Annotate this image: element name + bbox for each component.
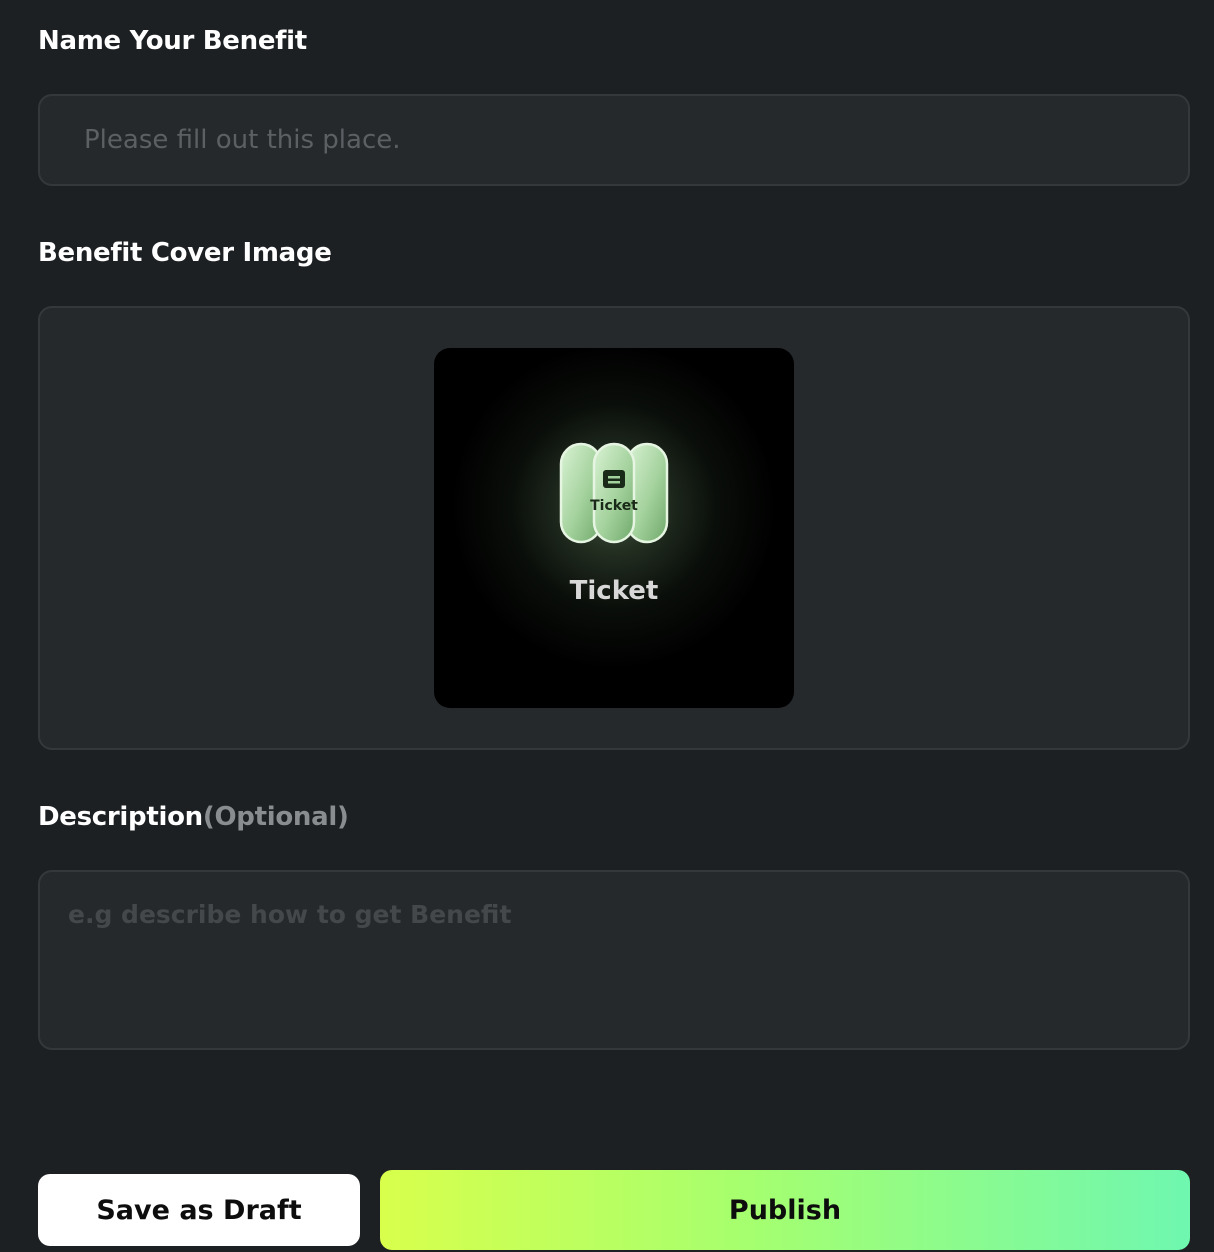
save-draft-button[interactable]: Save as Draft [38,1174,360,1246]
description-label-text: Description [38,802,203,832]
ticket-icon: Ticket [559,442,669,544]
ticket-badge-text: Ticket [590,498,638,514]
description-label: Description(Optional) [38,802,349,832]
publish-button[interactable]: Publish [380,1170,1190,1250]
benefit-name-input[interactable] [38,94,1190,186]
description-textarea[interactable] [38,870,1190,1050]
name-label: Name Your Benefit [38,26,307,56]
benefit-form: Name Your Benefit Benefit Cover Image [0,0,1214,1252]
optional-tag: (Optional) [202,802,349,832]
cover-image-label: Benefit Cover Image [38,238,332,268]
cover-image-caption: Ticket [569,576,659,606]
cover-image-preview[interactable]: Ticket Ticket [434,348,794,708]
cover-image-dropzone[interactable]: Ticket Ticket [38,306,1190,750]
